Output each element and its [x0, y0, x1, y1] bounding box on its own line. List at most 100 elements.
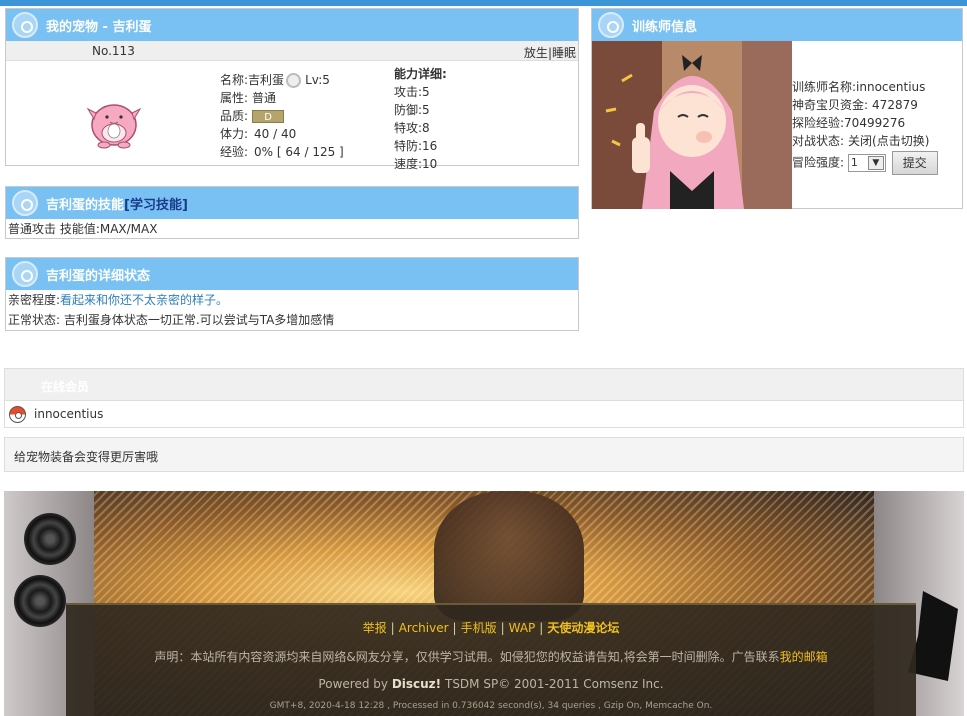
normal-status-row: 正常状态: 吉利蛋身体状态一切正常.可以尝试与TA多增加感情	[6, 310, 578, 330]
chevron-down-icon: ▼	[867, 156, 884, 170]
trainer-panel-header: 训练师信息	[592, 9, 962, 41]
trainer-money-row: 神奇宝贝资金: 472879	[792, 96, 938, 114]
footer-info-box: 举报 | Archiver | 手机版 | WAP | 天使动漫论坛 声明：本站所有内容资源均来…	[66, 603, 916, 716]
pet-name: 吉利蛋	[248, 73, 285, 87]
online-members-panel: 在线会员 innocentius	[4, 368, 964, 428]
footer-declaration: 声明：本站所有内容资源均来自网络&网友分享，仅供学习试用。如侵犯您的权益请告知,…	[66, 648, 916, 665]
footer-link-wap[interactable]: WAP	[509, 621, 536, 635]
intimacy-label: 亲密程度:	[8, 293, 61, 307]
footer-powered-by: Powered by Discuz! TSDM SP© 2001-2011 Co…	[66, 677, 916, 691]
trainer-exp-value: 70499276	[844, 116, 906, 130]
status-panel-title: 吉利蛋的详细状态	[46, 268, 151, 284]
ability-title: 能力详细:	[394, 67, 447, 81]
quality-badge: D	[252, 109, 285, 123]
intimacy-value: 看起来和你还不太亲密的样子。	[60, 293, 229, 307]
stat-speed: 速度:10	[394, 157, 438, 171]
stat-sp-attack: 特攻:8	[394, 121, 430, 135]
difficulty-select[interactable]: 1 ▼	[847, 154, 886, 172]
footer-link-forum[interactable]: 天使动漫论坛	[547, 621, 619, 635]
declaration-text: 声明：本站所有内容资源均来自网络&网友分享，仅供学习试用。如侵犯您的权益请告知,…	[154, 650, 780, 664]
panel-badge-icon	[12, 261, 38, 287]
powered-prefix: Powered by	[318, 677, 388, 691]
pokeball-icon	[9, 405, 26, 423]
pet-number: No.113	[92, 44, 135, 58]
money-label: 神奇宝贝资金:	[792, 98, 869, 112]
footer-processing-stats: GMT+8, 2020-4-18 12:28 , Processed in 0.…	[269, 701, 713, 711]
pet-panel: 我的宠物 - 吉利蛋 No.113 放生|睡眠 名称: 吉利蛋 Lv:5 属性:…	[5, 8, 579, 171]
trainer-name-label: 训练师名称:	[792, 80, 857, 94]
footer-banner: 举报 | Archiver | 手机版 | WAP | 天使动漫论坛 声明：本站所有内容资源均来…	[4, 491, 964, 716]
quality-label: 品质:	[220, 109, 249, 123]
online-members-title: 在线会员	[5, 369, 963, 401]
skill-entry: 普通攻击 技能值:MAX/MAX	[8, 222, 158, 236]
type-label: 属性:	[220, 91, 249, 105]
skills-panel-header: 吉利蛋的技能 [学习技能]	[6, 187, 578, 219]
panel-badge-icon	[12, 190, 38, 216]
pet-level: Lv:5	[305, 73, 330, 87]
pet-exp-row: 经验: 0% [ 64 / 125 ]	[220, 143, 344, 161]
trainer-exp-row: 探险经验:70499276	[792, 114, 938, 132]
rose-decoration	[24, 513, 76, 565]
pet-subheader: No.113 放生|睡眠	[6, 41, 578, 61]
release-link[interactable]: 放生	[524, 46, 548, 60]
pet-actions: 放生|睡眠	[524, 44, 576, 61]
money-value: 472879	[872, 98, 918, 112]
top-accent-bar	[0, 0, 967, 6]
learn-skill-link[interactable]: [学习技能]	[124, 194, 188, 213]
pet-hp-row: 体力: 40 / 40	[220, 125, 344, 143]
difficulty-selected: 1	[850, 156, 858, 169]
powered-suffix: TSDM SP© 2001-2011 Comsenz Inc.	[444, 677, 664, 691]
pet-type-row: 属性: 普通	[220, 89, 344, 107]
trainer-info: 训练师名称:innocentius 神奇宝贝资金: 472879 探险经验:704…	[792, 78, 938, 175]
sleep-link[interactable]: 睡眠	[552, 46, 576, 60]
pet-exp: 0% [ 64 / 125 ]	[254, 145, 344, 159]
skills-panel-title: 吉利蛋的技能	[46, 197, 125, 213]
difficulty-row: 冒险强度: 1 ▼ 提交	[792, 151, 938, 175]
normal-status-label: 正常状态:	[8, 313, 61, 327]
pet-type: 普通	[252, 91, 277, 105]
exp-label: 经验:	[220, 145, 249, 159]
stat-defense: 防御:5	[394, 103, 430, 117]
online-user-name[interactable]: innocentius	[34, 407, 103, 421]
panel-badge-icon	[12, 12, 38, 38]
trainer-avatar-image	[592, 41, 792, 209]
battle-row: 对战状态: 关闭(点击切换)	[792, 132, 938, 150]
stat-attack: 攻击:5	[394, 85, 430, 99]
chansey-sprite	[86, 104, 142, 149]
trainer-panel-title: 训练师信息	[632, 19, 698, 35]
trainer-name-row: 训练师名称:innocentius	[792, 78, 938, 96]
submit-button[interactable]: 提交	[891, 151, 938, 175]
footer-link-mobile[interactable]: 手机版	[461, 621, 497, 635]
footer-link-report[interactable]: 举报	[363, 621, 387, 635]
online-user-item[interactable]: innocentius	[5, 401, 963, 427]
trainer-exp-label: 探险经验:	[792, 116, 845, 130]
status-panel: 吉利蛋的详细状态 亲密程度:看起来和你还不太亲密的样子。 正常状态: 吉利蛋身体…	[5, 257, 579, 331]
name-label: 名称:	[220, 73, 249, 87]
pet-name-row: 名称: 吉利蛋 Lv:5	[220, 71, 344, 89]
gender-icon	[286, 72, 302, 88]
footer-nav: 举报 | Archiver | 手机版 | WAP | 天使动漫论坛	[362, 621, 620, 635]
rose-decoration	[14, 575, 66, 627]
skills-panel: 吉利蛋的技能 [学习技能] 普通攻击 技能值:MAX/MAX	[5, 186, 579, 239]
titan-figure-decoration	[434, 491, 584, 621]
normal-status-value: 吉利蛋身体状态一切正常.可以尝试与TA多增加感情	[63, 313, 335, 327]
status-panel-header: 吉利蛋的详细状态	[6, 258, 578, 290]
difficulty-label: 冒险强度:	[792, 155, 845, 170]
trainer-name: innocentius	[856, 80, 926, 94]
battle-toggle[interactable]: 关闭(点击切换)	[848, 134, 929, 148]
hp-label: 体力:	[220, 127, 249, 141]
pet-hp: 40 / 40	[254, 127, 297, 141]
tip-bar: 给宠物装备会变得更厉害哦	[4, 437, 964, 472]
stat-sp-defense: 特防:16	[394, 139, 438, 153]
pet-panel-header: 我的宠物 - 吉利蛋	[6, 9, 578, 41]
discuz-link[interactable]: Discuz!	[392, 677, 441, 691]
pet-basic-info: 名称: 吉利蛋 Lv:5 属性: 普通 品质: D 体力: 40 / 40 经验…	[220, 71, 344, 161]
trainer-panel: 训练师信息 训练师名称:innocentius 神奇宝贝资金: 472879 探险…	[591, 8, 963, 209]
footer-link-archiver[interactable]: Archiver	[399, 621, 449, 635]
pet-quality-row: 品质: D	[220, 107, 344, 125]
battle-label: 对战状态:	[792, 134, 845, 148]
mailbox-link[interactable]: 我的邮箱	[780, 650, 828, 664]
panel-badge-icon	[598, 12, 624, 38]
ability-details: 能力详细: 攻击:5 防御:5 特攻:8 特防:16 速度:10	[394, 65, 447, 173]
intimacy-row: 亲密程度:看起来和你还不太亲密的样子。	[6, 290, 578, 310]
